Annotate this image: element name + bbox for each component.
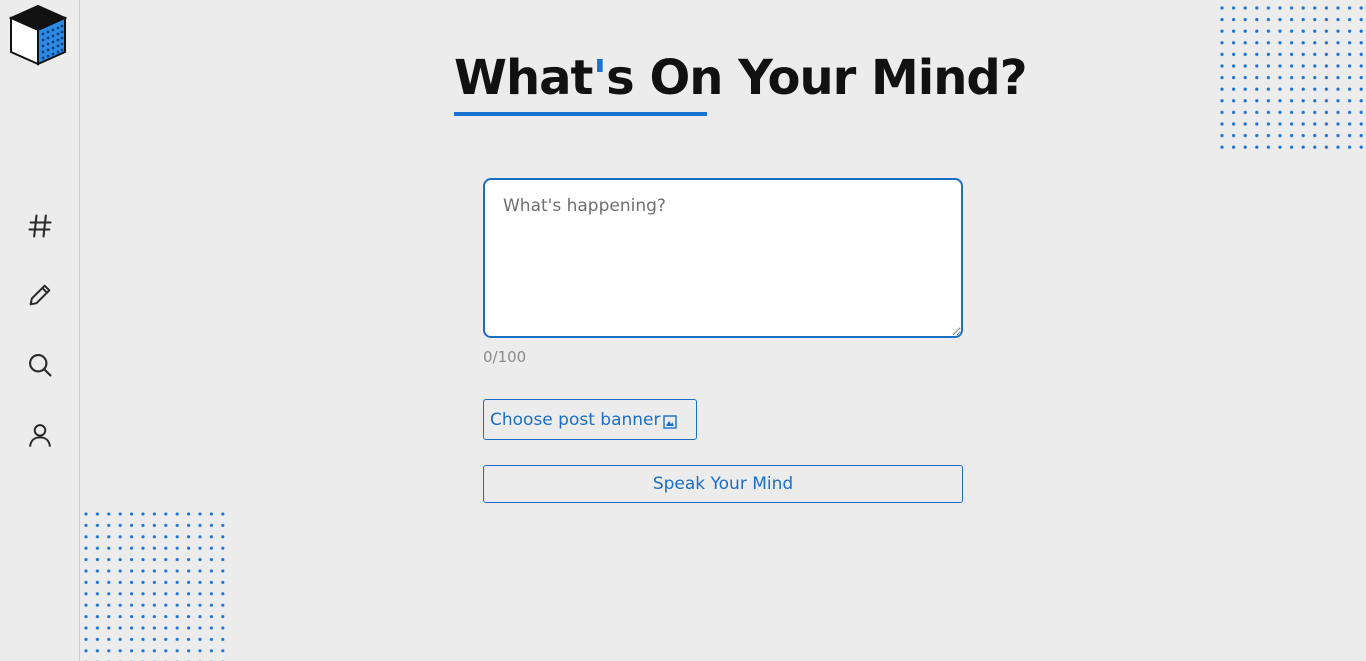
page-title-apostrophe: ' — [592, 50, 607, 106]
post-textarea[interactable] — [483, 178, 963, 338]
image-icon — [662, 414, 677, 429]
page-title-part1: What — [454, 50, 593, 106]
speak-your-mind-button[interactable]: Speak Your Mind — [483, 465, 963, 503]
character-counter: 0/100 — [483, 348, 527, 366]
dot-pattern-bottom-left — [80, 508, 232, 661]
dot-pattern-top-right — [1216, 2, 1366, 154]
search-icon — [29, 354, 52, 377]
page-title-part2: s On Your Mind? — [606, 50, 1027, 106]
sidebar-item-hashtag[interactable] — [22, 208, 58, 244]
sidebar-item-search[interactable] — [22, 347, 58, 383]
choose-banner-label: Choose post banner — [490, 409, 661, 430]
user-icon — [29, 424, 51, 447]
pencil-icon — [29, 284, 51, 306]
logo-cube-icon[interactable] — [8, 4, 68, 66]
choose-banner-button[interactable]: Choose post banner — [483, 399, 697, 440]
page-title: What's On Your Mind? — [454, 50, 1028, 120]
hashtag-icon — [28, 214, 52, 238]
sidebar — [0, 0, 80, 661]
sidebar-item-profile[interactable] — [22, 417, 58, 453]
sidebar-item-write[interactable] — [22, 277, 58, 313]
title-underline — [454, 112, 707, 116]
